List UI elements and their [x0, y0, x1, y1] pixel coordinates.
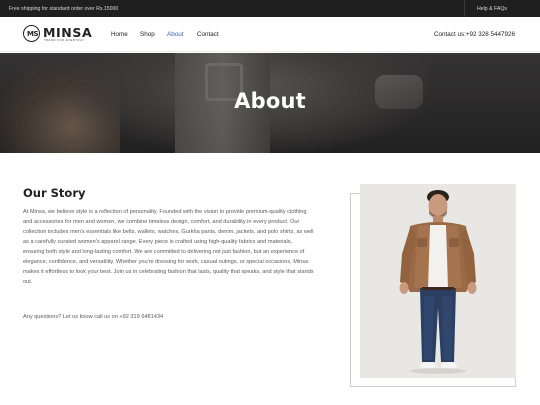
help-faqs-link[interactable]: Help & FAQs: [477, 6, 507, 12]
story-contact-line: Any questions? Let us know call us on +9…: [23, 314, 164, 320]
shipping-promo: Free shipping for standard order over Rs…: [9, 5, 119, 12]
header-contact: Contact us:+92 328 5447926: [434, 31, 516, 38]
model-photo: [360, 184, 516, 378]
nav-shop[interactable]: Shop: [140, 31, 155, 38]
logo-tagline: TREND FOR EVERYDAY: [44, 39, 85, 42]
page-title: About: [234, 89, 306, 113]
site-header: MS MINSA TREND FOR EVERYDAY Home Shop Ab…: [0, 17, 540, 52]
help-container: Help & FAQs: [464, 0, 540, 17]
top-bar: Free shipping for standard order over Rs…: [0, 0, 540, 17]
model-illustration: [360, 184, 516, 378]
nav-about[interactable]: About: [167, 31, 183, 38]
logo-wordmark: MINSA: [43, 25, 93, 40]
hero-banner: About: [0, 53, 540, 153]
logo-mark-text: MS: [27, 29, 39, 38]
story-paragraph: At Minsa, we believe style is a reflecti…: [23, 209, 314, 285]
logo-mark-icon: MS: [23, 25, 40, 42]
nav-home[interactable]: Home: [111, 31, 128, 38]
logo[interactable]: MS MINSA TREND FOR EVERYDAY: [23, 24, 93, 45]
story-heading: Our Story: [23, 186, 86, 200]
nav-contact[interactable]: Contact: [197, 31, 219, 38]
